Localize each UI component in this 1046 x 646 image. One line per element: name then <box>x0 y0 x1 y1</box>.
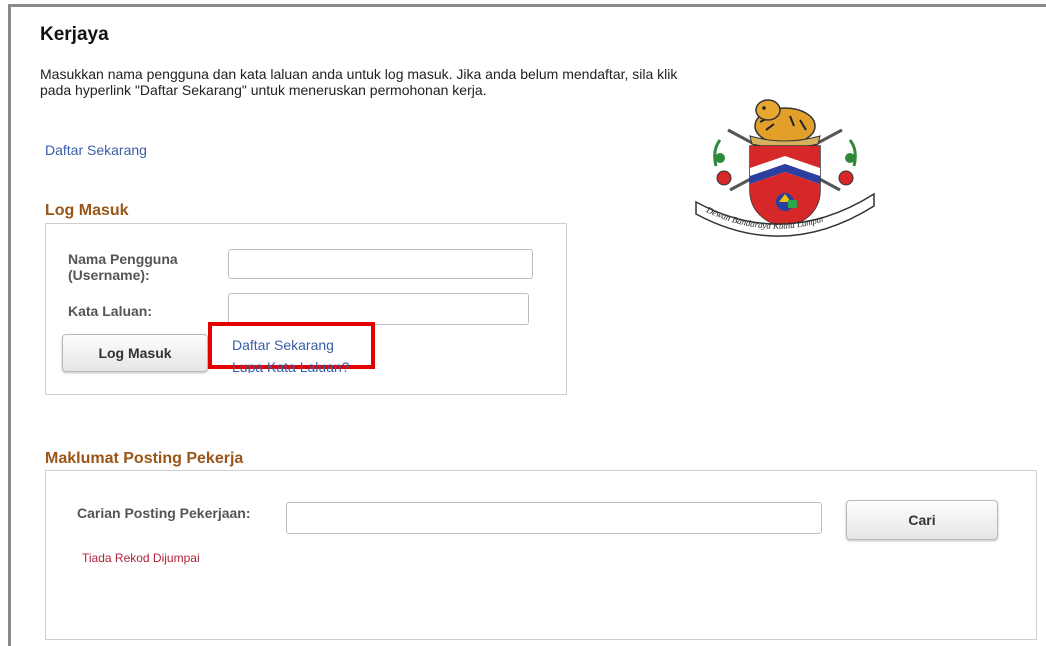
forgot-password-link[interactable]: Lupa Kata Laluan? <box>232 360 350 373</box>
register-link[interactable]: Daftar Sekarang <box>232 337 334 353</box>
username-input[interactable] <box>228 249 533 279</box>
login-section-title: Log Masuk <box>45 202 129 219</box>
password-input[interactable] <box>228 293 529 325</box>
register-link-top[interactable]: Daftar Sekarang <box>45 142 147 158</box>
window-frame-left <box>8 4 11 646</box>
window-frame-top <box>8 4 1046 7</box>
intro-text: Masukkan nama pengguna dan kata laluan a… <box>40 66 678 98</box>
dbkl-emblem-logo: Dewan Bandaraya Kuala Lumpur <box>695 99 875 237</box>
login-button[interactable]: Log Masuk <box>62 334 208 372</box>
search-label: Carian Posting Pekerjaan: <box>77 505 251 521</box>
page-title: Kerjaya <box>40 24 109 45</box>
username-label: Nama Pengguna (Username): <box>68 251 178 283</box>
search-input[interactable] <box>286 502 822 534</box>
password-label: Kata Laluan: <box>68 303 153 319</box>
no-record-message: Tiada Rekod Dijumpai <box>82 551 200 565</box>
search-button[interactable]: Cari <box>846 500 998 540</box>
posting-section-title: Maklumat Posting Pekerja <box>45 450 244 467</box>
